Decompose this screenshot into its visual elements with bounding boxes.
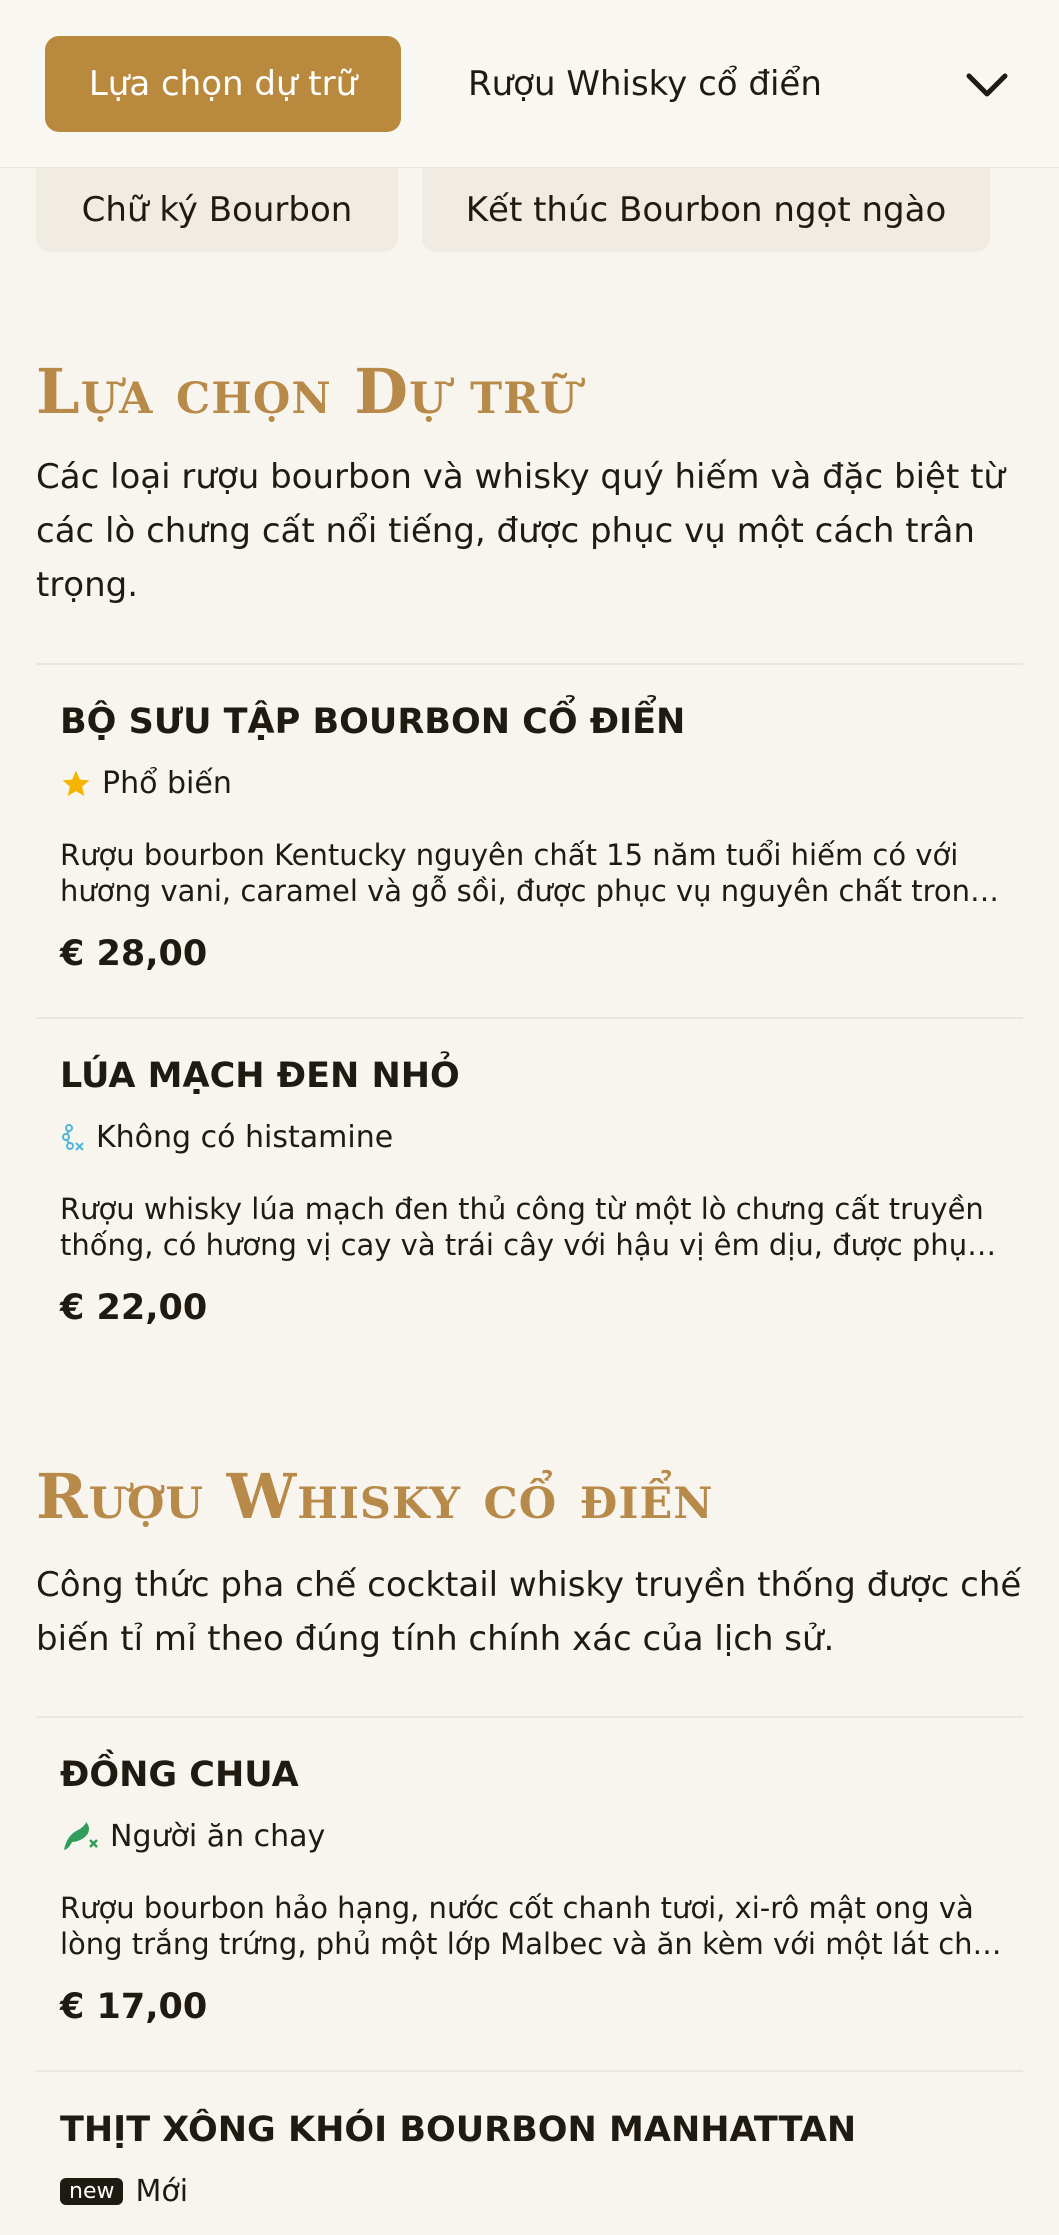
section-title: Rượu Whisky cổ điển xyxy=(36,1460,714,1533)
description-line: Rượu whisky lúa mạch đen thủ công từ một… xyxy=(60,1192,984,1226)
new-badge-icon: new xyxy=(60,2178,124,2205)
divider xyxy=(36,1017,1023,1019)
item-price: € 22,00 xyxy=(60,1288,208,1328)
tab-label: Rượu Whisky cổ điển xyxy=(468,64,822,104)
item-price: € 28,00 xyxy=(60,934,208,974)
divider xyxy=(36,663,1023,665)
chip-sweet-bourbon-finish[interactable]: Kết thúc Bourbon ngọt ngào xyxy=(422,168,990,252)
item-name: THỊT XÔNG KHÓI BOURBON MANHATTAN xyxy=(60,2110,857,2150)
divider xyxy=(36,1716,1023,1718)
tag-label: Người ăn chay xyxy=(110,1819,326,1854)
item-description: Rượu whisky lúa mạch đen thủ công từ một… xyxy=(60,1191,1005,1263)
tab-classic-whisky[interactable]: Rượu Whisky cổ điển xyxy=(468,36,822,132)
item-price: € 17,00 xyxy=(60,1987,208,2027)
chip-label: Chữ ký Bourbon xyxy=(81,190,353,230)
star-icon xyxy=(60,768,92,800)
section-description: Các loại rượu bourbon và whisky quý hiếm… xyxy=(36,457,1005,605)
item-name: BỘ SƯU TẬP BOURBON CỔ ĐIỂN xyxy=(60,702,686,742)
chip-label: Kết thúc Bourbon ngọt ngào xyxy=(465,190,947,230)
item-tag: Không có histamine xyxy=(60,1120,393,1155)
description-line: thống, có hương vị cay và trái cây với h… xyxy=(60,1228,1005,1262)
description-line: Rượu bourbon hảo hạng, nước cốt chanh tư… xyxy=(60,1891,974,1925)
chevron-down-icon[interactable] xyxy=(962,60,1012,110)
section-title: Lựa chọn Dự trữ xyxy=(36,355,579,428)
divider xyxy=(36,2070,1023,2072)
tab-reserve-selection[interactable]: Lựa chọn dự trữ xyxy=(45,36,401,132)
item-name: LÚA MẠCH ĐEN NHỎ xyxy=(60,1056,460,1096)
item-tag: new Mới xyxy=(60,2174,188,2209)
subcategory-chips: Chữ ký Bourbon Kết thúc Bourbon ngọt ngà… xyxy=(0,168,1059,252)
item-tag: Người ăn chay xyxy=(60,1819,325,1854)
vegetarian-icon xyxy=(60,1820,100,1854)
tag-label: Không có histamine xyxy=(96,1120,394,1155)
item-tag: Phổ biến xyxy=(60,766,232,801)
item-description: Rượu bourbon hảo hạng, nước cốt chanh tư… xyxy=(60,1890,1005,1962)
tab-label: Lựa chọn dự trữ xyxy=(88,64,358,104)
category-nav: Lựa chọn dự trữ Rượu Whisky cổ điển xyxy=(0,0,1059,168)
description-line: Rượu bourbon Kentucky nguyên chất 15 năm… xyxy=(60,838,959,872)
chip-signature-bourbon[interactable]: Chữ ký Bourbon xyxy=(36,168,398,252)
tag-label: Mới xyxy=(135,2174,189,2209)
tag-label: Phổ biến xyxy=(102,766,232,801)
description-line: lòng trắng trứng, phủ một lớp Malbec và … xyxy=(60,1927,1005,1961)
item-description: Rượu bourbon Kentucky nguyên chất 15 năm… xyxy=(60,837,1005,909)
item-name: ĐỒNG CHUA xyxy=(60,1755,299,1795)
section-description: Công thức pha chế cocktail whisky truyền… xyxy=(36,1565,1022,1659)
description-line: hương vani, caramel và gỗ sồi, được phục… xyxy=(60,874,1005,908)
histamine-free-icon xyxy=(60,1123,86,1153)
